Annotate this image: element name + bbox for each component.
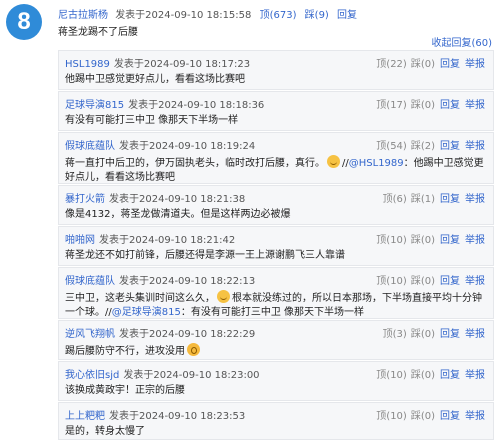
upvote-button[interactable]: 顶(3) [383,329,407,340]
report-button[interactable]: 举报 [465,276,485,287]
reply-button[interactable]: 回复 [440,411,460,422]
downvote-button[interactable]: 踩(0) [411,235,435,246]
reply-text-part: 踢后腰防守不行，进攻没用 [65,346,185,357]
author-link[interactable]: 上上粑粑 [65,411,105,422]
reply-button[interactable]: 回复 [337,10,357,21]
downvote-button[interactable]: 踩(0) [411,59,435,70]
report-button[interactable]: 举报 [465,141,485,152]
reply-item: 假球底蕴队 发表于2024-09-10 18:22:13 顶(10) 踩(0) 回复举… [58,267,494,319]
reply-item: 上上粑粑 发表于2024-09-10 18:23:53 顶(10) 踩(0) 回复 举报… [58,402,494,440]
post-time: 发表于2024-09-10 18:18:36 [128,100,265,111]
downvote-button[interactable]: 踩(9) [305,10,329,21]
upvote-button[interactable]: 顶(17) [376,100,407,111]
reply-button[interactable]: 回复 [440,235,460,246]
author-link[interactable]: 我心依旧sjd [65,370,119,381]
downvote-button[interactable]: 踩(0) [411,100,435,111]
post-time: 发表于2024-09-10 18:21:42 [99,235,236,246]
downvote-button[interactable]: 踩(0) [411,276,435,287]
report-button[interactable]: 举报 [465,194,485,205]
upvote-button[interactable]: 顶(10) [376,276,407,287]
mention-link[interactable]: @足球导演815 [112,307,181,318]
reply-text: 三中卫，这老头集训时间这么久， 根本就没练过的，所以日本那场，下半场直接平均十分钟… [65,290,485,320]
downvote-button[interactable]: 踩(2) [411,141,435,152]
reply-button[interactable]: 回复 [440,329,460,340]
author-link[interactable]: 假球底蕴队 [65,276,115,287]
reply-text: 是的，转身太慢了 [65,426,145,437]
post-time: 发表于2024-09-10 18:21:38 [109,194,246,205]
reply-button[interactable]: 回复 [440,141,460,152]
author-link[interactable]: 暴打火箭 [65,194,105,205]
quoted-text: ：有没有可能打三中卫 像那天下半场一样 [180,307,365,318]
reply-item: HSL1989 发表于2024-09-10 18:17:23 顶(22) 踩(0) 回… [58,50,494,90]
reply-text: 踢后腰防守不行，进攻没用 [65,343,485,359]
reply-text-part: 蒋一直打中后卫的，伊万固执老头，临时改打后腰，真行。 [65,158,325,169]
upvote-button[interactable]: 顶(673) [260,10,297,21]
reply-text: 他踢中卫感觉更好点儿，看看这场比赛吧 [65,74,245,85]
reply-button[interactable]: 回复 [440,194,460,205]
post-time: 发表于2024-09-10 18:23:53 [109,411,246,422]
report-button[interactable]: 举报 [465,411,485,422]
reply-text: 蒋一直打中后卫的，伊万固执老头，临时改打后腰，真行。//@HSL1989：他踢中… [65,155,485,185]
quote-separator: // [342,158,349,169]
author-link[interactable]: 啪啪网 [65,235,95,246]
post-time: 发表于2024-09-10 18:17:23 [113,59,251,70]
grin-emoji-icon [327,155,340,168]
report-button[interactable]: 举报 [465,235,485,246]
reply-item: 我心依旧sjd 发表于2024-09-10 18:23:00 顶(10) 踩(0) 回… [58,361,494,401]
main-comment-header: 尼古拉斯杨 发表于2024-09-10 18:15:58 顶(673) 踩(9)… [58,6,357,21]
upvote-button[interactable]: 顶(6) [383,194,407,205]
reply-item: 假球底蕴队 发表于2024-09-10 18:19:24 顶(54) 踩(2) 回复举… [58,132,494,184]
upvote-button[interactable]: 顶(10) [376,235,407,246]
report-button[interactable]: 举报 [465,59,485,70]
main-comment: 8 尼古拉斯杨 发表于2024-09-10 18:15:58 顶(673) 踩(… [0,0,500,49]
reply-button[interactable]: 回复 [440,59,460,70]
reply-text: 有没有可能打三中卫 像那天下半场一样 [65,115,239,126]
upvote-button[interactable]: 顶(10) [376,370,407,381]
reply-text: 蒋圣龙还不如打前锋，后腰还得是李源一王上源谢鹏飞三人靠谱 [65,250,345,261]
upvote-button[interactable]: 顶(10) [376,411,407,422]
reply-text-part: 三中卫，这老头集训时间这么久， [65,293,215,304]
reply-item: 暴打火箭 发表于2024-09-10 18:21:38 顶(6) 踩(1) 回复 举报 … [58,185,494,225]
laughing-emoji-icon [217,290,230,303]
downvote-button[interactable]: 踩(1) [411,194,435,205]
crying-emoji-icon [187,343,200,356]
downvote-button[interactable]: 踩(0) [411,329,435,340]
reply-item: 逆风飞翔帆 发表于2024-09-10 18:22:29 顶(3) 踩(0) 回复 举报… [58,320,494,360]
post-time: 发表于2024-09-10 18:15:58 [115,10,252,21]
author-link[interactable]: 假球底蕴队 [65,141,115,152]
report-button[interactable]: 举报 [465,370,485,381]
collapse-replies-link[interactable]: 收起回复(60) [431,34,492,49]
report-button[interactable]: 举报 [465,329,485,340]
author-link[interactable]: 尼古拉斯杨 [58,10,108,21]
reply-text: 像是4132，蒋圣龙做清道夫。但是这样两边必被爆 [65,209,291,220]
quote-separator: // [105,307,112,318]
post-time: 发表于2024-09-10 18:22:29 [119,329,256,340]
reply-text: 该换成黄政宇！正宗的后腰 [65,385,185,396]
reply-item: 啪啪网 发表于2024-09-10 18:21:42 顶(10) 踩(0) 回复 举报 … [58,226,494,266]
main-comment-text: 蒋圣龙踢不了后腰 [58,27,138,38]
post-time: 发表于2024-09-10 18:23:00 [123,370,260,381]
upvote-button[interactable]: 顶(22) [376,59,407,70]
author-link[interactable]: 逆风飞翔帆 [65,329,115,340]
downvote-button[interactable]: 踩(0) [411,411,435,422]
mention-link[interactable]: @HSL1989 [349,158,404,169]
upvote-button[interactable]: 顶(54) [376,141,407,152]
reply-button[interactable]: 回复 [440,100,460,111]
author-link[interactable]: HSL1989 [65,59,110,70]
report-button[interactable]: 举报 [465,100,485,111]
reply-button[interactable]: 回复 [440,370,460,381]
downvote-button[interactable]: 踩(0) [411,370,435,381]
author-link[interactable]: 足球导演815 [65,100,124,111]
post-time: 发表于2024-09-10 18:22:13 [119,276,256,287]
floor-number-badge: 8 [6,4,42,40]
reply-item: 足球导演815 发表于2024-09-10 18:18:36 顶(17) 踩(0) 回… [58,91,494,131]
reply-button[interactable]: 回复 [440,276,460,287]
post-time: 发表于2024-09-10 18:19:24 [119,141,256,152]
